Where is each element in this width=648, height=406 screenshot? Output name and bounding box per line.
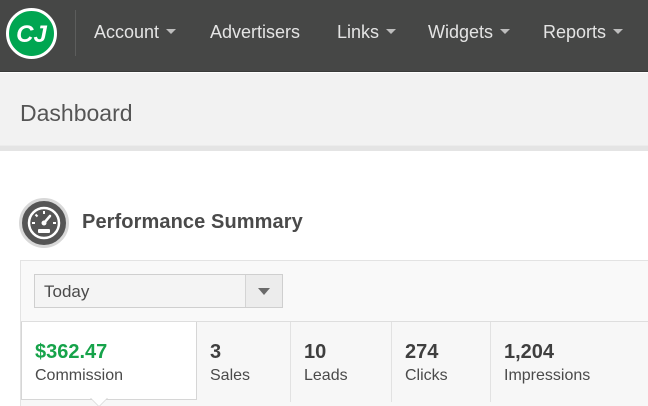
nav-item-label: Account xyxy=(94,22,160,42)
metrics-row: $362.47 Commission 3 Sales 10 Leads 274 … xyxy=(21,321,648,406)
period-select[interactable]: Today xyxy=(34,274,283,308)
speedometer-icon xyxy=(19,198,69,248)
nav-item-label: Advertisers xyxy=(210,22,301,42)
top-navigation-bar: CJ Account Advertisers Links Widgets Rep… xyxy=(0,0,648,72)
nav-item-account[interactable]: Account xyxy=(94,22,177,46)
page-title: Dashboard xyxy=(20,100,133,126)
metric-value: 3 xyxy=(210,341,222,363)
svg-text:CJ: CJ xyxy=(16,21,47,48)
chevron-down-icon xyxy=(500,29,511,34)
metric-impressions[interactable]: 1,204 Impressions xyxy=(491,322,648,402)
nav-item-label: Widgets xyxy=(428,22,494,42)
metric-leads[interactable]: 10 Leads xyxy=(291,322,392,402)
select-toggle-button[interactable] xyxy=(245,275,282,307)
chevron-down-icon xyxy=(386,29,397,34)
chevron-down-icon xyxy=(258,288,270,295)
metric-commission[interactable]: $362.47 Commission xyxy=(21,322,197,400)
nav-item-label: Reports xyxy=(543,22,607,42)
page-header: Dashboard xyxy=(0,73,648,146)
metric-clicks[interactable]: 274 Clicks xyxy=(392,322,491,402)
metric-label: Leads xyxy=(304,367,348,384)
metric-value: $362.47 xyxy=(35,341,108,363)
chevron-down-icon xyxy=(613,29,624,34)
nav-divider xyxy=(75,10,76,56)
active-metric-pointer xyxy=(90,397,108,406)
nav-item-links[interactable]: Links xyxy=(337,22,397,46)
period-select-value: Today xyxy=(44,282,90,301)
metric-value: 1,204 xyxy=(504,341,555,363)
metric-sales[interactable]: 3 Sales xyxy=(197,322,291,402)
nav-item-label: Links xyxy=(337,22,380,42)
metric-value: 274 xyxy=(405,341,439,363)
metric-label: Impressions xyxy=(504,367,591,384)
cj-logo-icon[interactable]: CJ xyxy=(6,8,57,59)
chevron-down-icon xyxy=(166,29,177,34)
nav-item-widgets[interactable]: Widgets xyxy=(428,22,511,46)
metric-label: Clicks xyxy=(405,367,448,384)
nav-item-reports[interactable]: Reports xyxy=(543,22,624,46)
header-divider xyxy=(0,146,648,151)
metric-value: 10 xyxy=(304,341,327,363)
section-title: Performance Summary xyxy=(82,211,303,233)
metric-label: Sales xyxy=(210,367,251,384)
nav-item-advertisers[interactable]: Advertisers xyxy=(210,22,300,46)
metric-label: Commission xyxy=(35,367,124,384)
